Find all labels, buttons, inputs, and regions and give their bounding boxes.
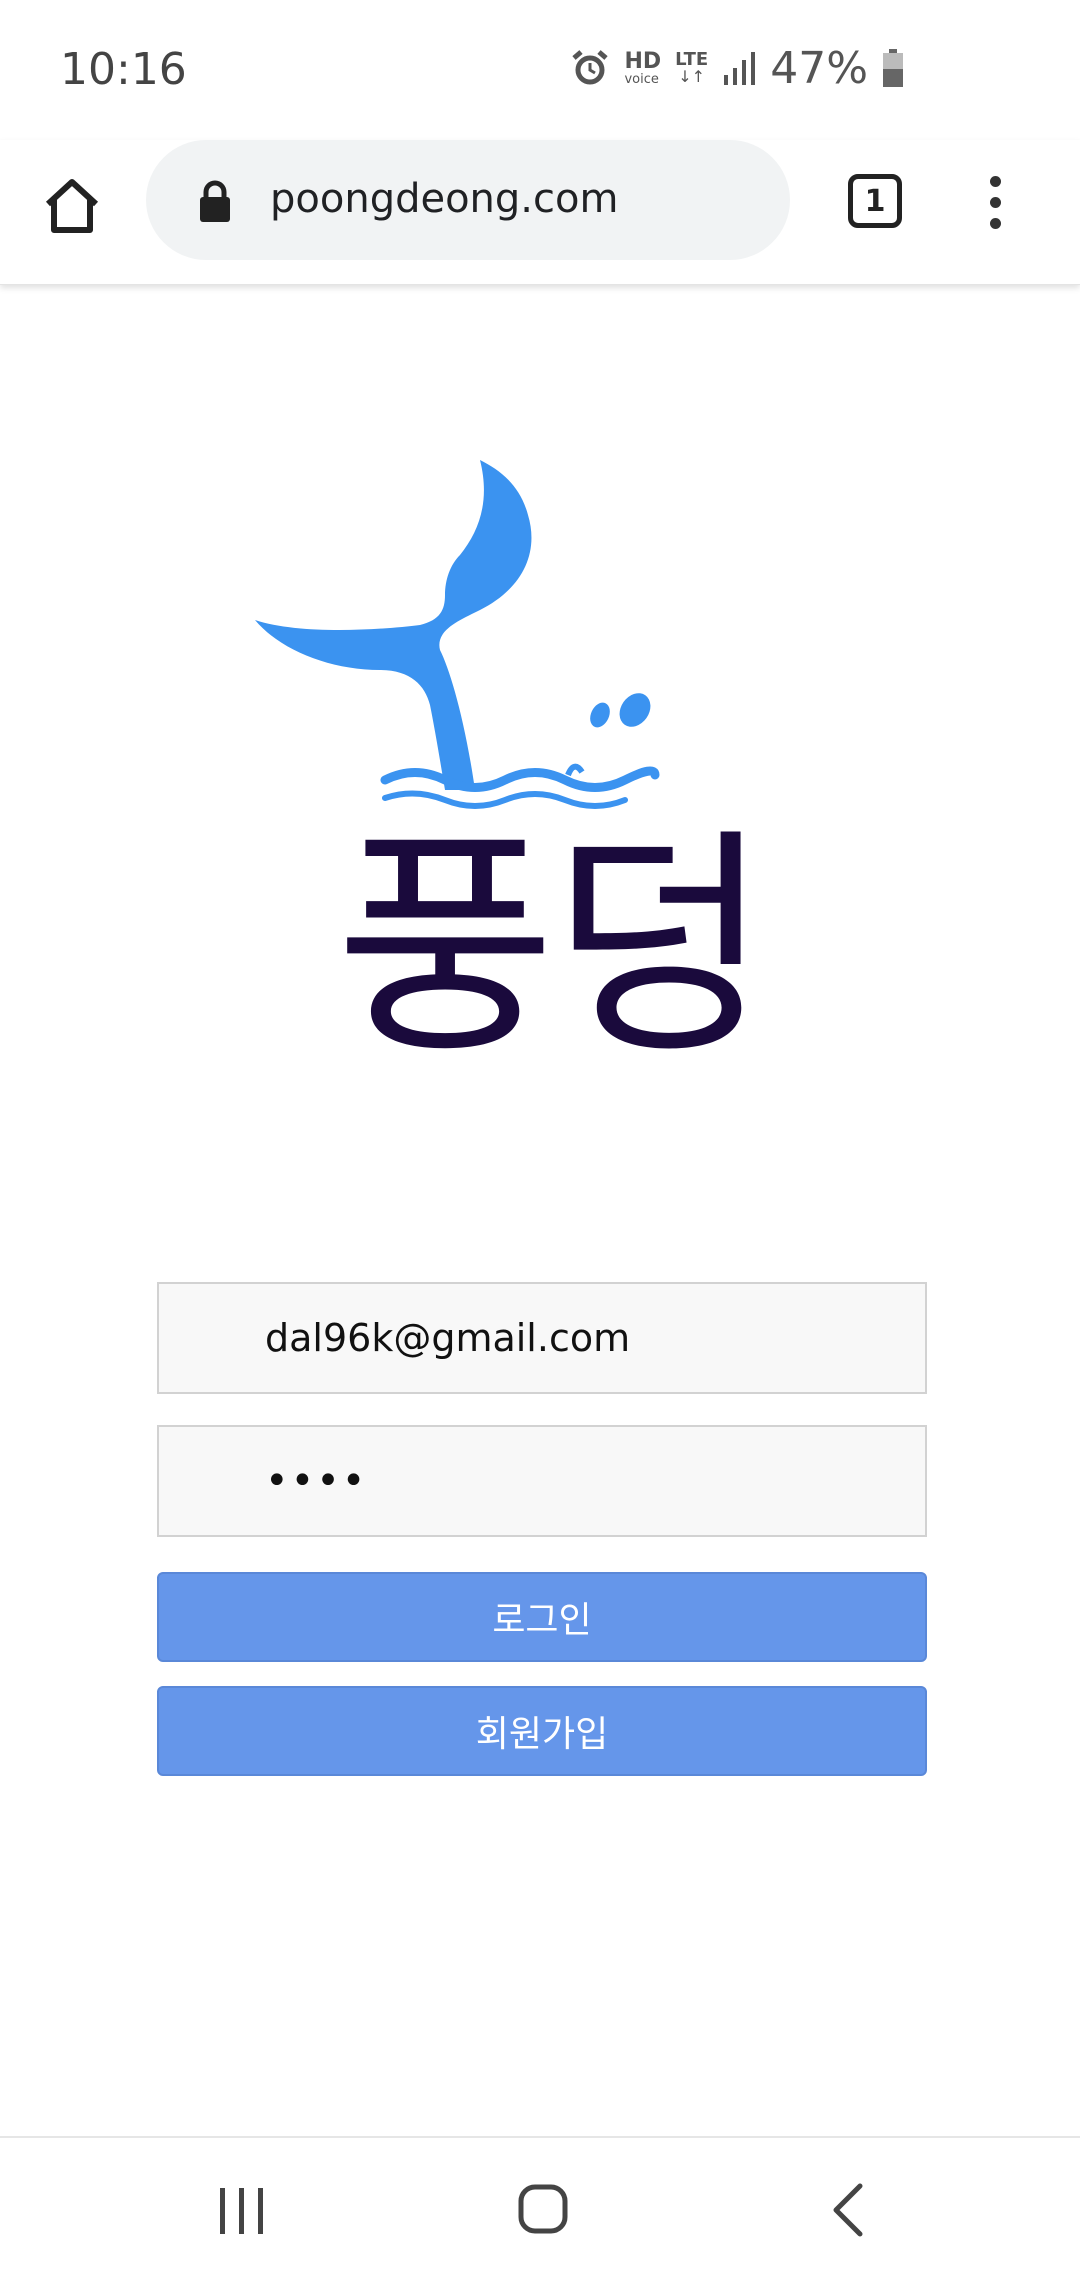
signal-icon [724, 52, 756, 85]
password-input[interactable] [159, 1427, 925, 1535]
address-bar[interactable]: poongdeong.com [146, 140, 790, 260]
recents-icon[interactable] [218, 2186, 266, 2236]
hd-voice-indicator: HD voice [624, 48, 662, 87]
signup-button-label: 회원가입 [475, 1714, 609, 1755]
status-time: 10:16 [60, 44, 187, 95]
home-icon[interactable] [518, 2184, 568, 2234]
system-nav-bar [0, 2136, 1080, 2280]
password-field[interactable] [157, 1425, 927, 1537]
browser-toolbar: poongdeong.com 1 [0, 140, 1080, 285]
status-icons: HD voice LTE ↓↑ 47% [570, 40, 904, 96]
poongdeong-logo: 풍덩 [255, 460, 771, 1080]
url-text: poongdeong.com [270, 176, 619, 222]
status-bar: 10:16 HD voice LTE ↓↑ 47% [0, 0, 1080, 140]
home-icon[interactable] [40, 174, 104, 238]
logo-text: 풍덩 [335, 807, 765, 1080]
tab-switcher-button[interactable]: 1 [848, 174, 902, 228]
whale-tail-icon [255, 460, 532, 790]
back-icon[interactable] [828, 2182, 868, 2238]
email-field[interactable] [157, 1282, 927, 1394]
screen: 10:16 HD voice LTE ↓↑ 47% poongdeong.com… [0, 0, 1080, 2280]
tab-count: 1 [864, 183, 886, 219]
login-button[interactable]: 로그인 [157, 1572, 927, 1662]
lte-indicator: LTE ↓↑ [675, 49, 709, 86]
menu-icon[interactable] [980, 176, 1010, 236]
lock-icon [200, 180, 230, 222]
battery-percent: 47% [770, 42, 868, 94]
alarm-icon [572, 50, 609, 85]
login-button-label: 로그인 [492, 1600, 592, 1641]
battery-icon [883, 49, 903, 87]
signup-button[interactable]: 회원가입 [157, 1686, 927, 1776]
email-input[interactable] [159, 1284, 925, 1392]
